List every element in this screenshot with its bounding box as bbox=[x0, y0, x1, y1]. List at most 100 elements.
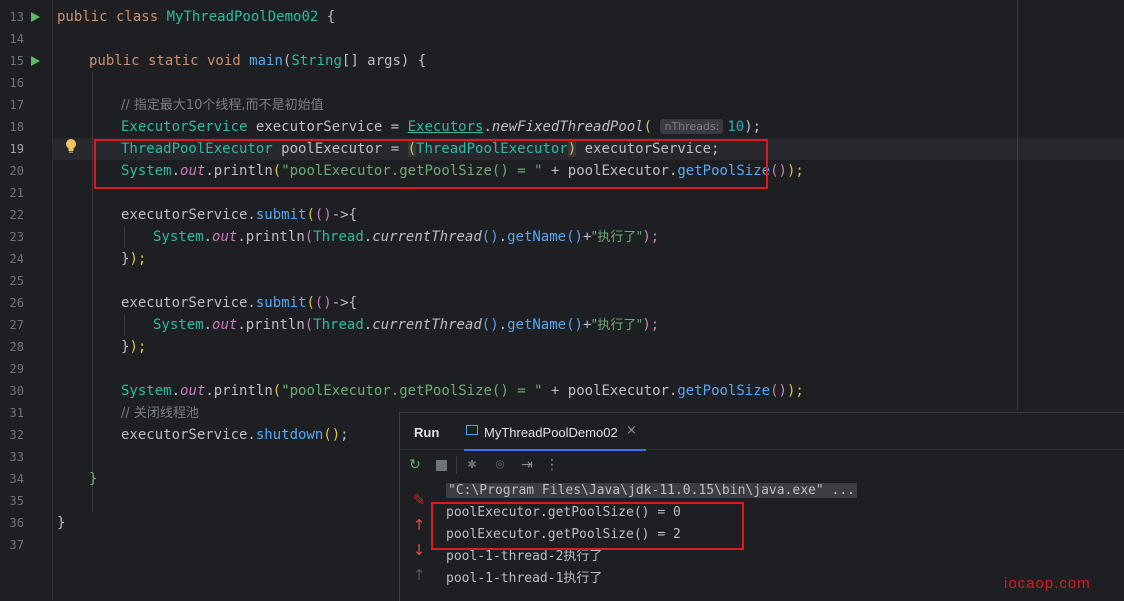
code-text: { bbox=[318, 9, 336, 25]
code-text: executorService. bbox=[121, 295, 256, 311]
highlight-box bbox=[94, 139, 768, 189]
more-icon[interactable]: ⋮ bbox=[543, 456, 561, 474]
method-name: getName bbox=[507, 317, 567, 333]
code-line-23: System.out.println(Thread.currentThread(… bbox=[153, 226, 659, 248]
paren: () bbox=[566, 317, 583, 333]
paren: () bbox=[314, 207, 332, 223]
code-line-13: public class MyThreadPoolDemo02 { bbox=[57, 6, 335, 28]
comment: // 关闭线程池 bbox=[121, 406, 199, 421]
line-number: 21 bbox=[9, 186, 24, 200]
highlight-box bbox=[431, 502, 744, 550]
paren: () bbox=[323, 427, 341, 443]
class-name: System bbox=[153, 229, 204, 245]
line-number: 36 bbox=[9, 516, 24, 530]
watermark: iocaop.com bbox=[1004, 575, 1091, 592]
paren: ( bbox=[304, 229, 314, 245]
method-name: getName bbox=[507, 229, 567, 245]
indent-guide bbox=[124, 314, 125, 336]
line-number: 20 bbox=[9, 164, 24, 178]
method-name: submit bbox=[255, 207, 307, 223]
scroll-top-icon[interactable]: ↑ bbox=[410, 566, 428, 584]
keyword: public static void bbox=[89, 53, 250, 69]
paren: ); bbox=[786, 163, 804, 179]
code-text: . bbox=[363, 317, 373, 333]
paren: ); bbox=[642, 229, 660, 245]
console-icon bbox=[466, 425, 478, 435]
arrow-up-icon[interactable]: ↑ bbox=[410, 516, 428, 534]
code-text: executorService. bbox=[121, 427, 256, 443]
line-number: 29 bbox=[9, 362, 24, 376]
parameter-hint: nThreads: bbox=[660, 119, 724, 134]
rerun-icon[interactable]: ↻ bbox=[406, 456, 424, 474]
run-toolbar: ↻ ✱ ⌾ ⇥ ⋮ bbox=[400, 450, 1124, 480]
line-number: 27 bbox=[9, 318, 24, 332]
close-icon[interactable]: × bbox=[626, 423, 637, 438]
paren: () bbox=[314, 295, 332, 311]
pen-icon[interactable]: ✎ bbox=[410, 491, 428, 509]
number-literal: 10 bbox=[727, 119, 745, 135]
code-text: . bbox=[237, 317, 246, 333]
code-line-22: executorService.submit(()->{ bbox=[121, 204, 357, 226]
static-method: newFixedThreadPool bbox=[491, 119, 644, 135]
static-method: currentThread bbox=[372, 229, 482, 245]
run-class-icon[interactable] bbox=[31, 12, 40, 22]
paren: ( bbox=[306, 295, 315, 311]
arrow-down-icon[interactable]: ↓ bbox=[410, 541, 428, 559]
code-line-26: executorService.submit(()->{ bbox=[121, 292, 357, 314]
paren: () bbox=[566, 229, 583, 245]
code-line-31: // 关闭线程池 bbox=[121, 402, 199, 424]
class-name: Thread bbox=[313, 317, 364, 333]
paren: () bbox=[770, 383, 787, 399]
line-number: 31 bbox=[9, 406, 24, 420]
line-number: 24 bbox=[9, 252, 24, 266]
code-line-17: // 指定最大10个线程,而不是初始值 bbox=[121, 94, 324, 116]
lightbulb-icon[interactable] bbox=[65, 138, 77, 154]
screenshot-icon[interactable]: ⌾ bbox=[491, 456, 509, 474]
comment: // 指定最大10个线程,而不是初始值 bbox=[121, 98, 324, 113]
paren: ( bbox=[643, 119, 653, 135]
code-text: } bbox=[57, 515, 66, 531]
debug-icon[interactable]: ✱ bbox=[456, 456, 481, 474]
line-number: 18 bbox=[9, 120, 24, 134]
class-name: System bbox=[121, 383, 172, 399]
class-name: Thread bbox=[313, 229, 364, 245]
run-tab[interactable]: MyThreadPoolDemo02 × bbox=[464, 413, 646, 451]
paren: ); bbox=[786, 383, 804, 399]
paren: () bbox=[481, 317, 499, 333]
line-number: 35 bbox=[9, 494, 24, 508]
string-literal: "执行了" bbox=[591, 230, 643, 245]
line-number: 14 bbox=[9, 32, 24, 46]
type-name: ExecutorService bbox=[121, 119, 248, 135]
line-number: 28 bbox=[9, 340, 24, 354]
code-text: executorService = bbox=[247, 119, 408, 135]
code-text: . bbox=[363, 229, 373, 245]
line-number: 37 bbox=[9, 538, 24, 552]
line-number: 23 bbox=[9, 230, 24, 244]
paren: ); bbox=[129, 251, 147, 267]
string-literal: "poolExecutor.getPoolSize() = " bbox=[281, 383, 543, 399]
code-text: ->{ bbox=[331, 295, 358, 311]
exit-icon[interactable]: ⇥ bbox=[518, 456, 536, 474]
code-line-34: } bbox=[89, 468, 97, 490]
code-text: ; bbox=[340, 427, 349, 443]
paren: ( bbox=[304, 317, 314, 333]
code-line-24: }); bbox=[121, 248, 146, 270]
code-text: . bbox=[498, 317, 508, 333]
code-text: . bbox=[205, 383, 214, 399]
code-text: . bbox=[498, 229, 508, 245]
code-text: [] args) { bbox=[341, 53, 427, 69]
stop-icon[interactable] bbox=[432, 456, 450, 474]
paren: () bbox=[481, 229, 499, 245]
code-text: executorService. bbox=[121, 207, 256, 223]
code-line-32: executorService.shutdown(); bbox=[121, 424, 349, 446]
code-line-28: }); bbox=[121, 336, 146, 358]
line-number-gutter: 13 14 15 16 17 18 19 20 21 22 23 24 25 2… bbox=[0, 0, 53, 600]
code-text: . bbox=[203, 229, 213, 245]
string-literal: "执行了" bbox=[591, 318, 643, 333]
indent-guide bbox=[92, 72, 93, 512]
keyword: public class bbox=[57, 9, 167, 25]
run-panel-title[interactable]: Run bbox=[414, 425, 439, 440]
run-main-icon[interactable] bbox=[31, 56, 40, 66]
paren: ( bbox=[306, 207, 315, 223]
code-text: + poolExecutor. bbox=[542, 383, 678, 399]
